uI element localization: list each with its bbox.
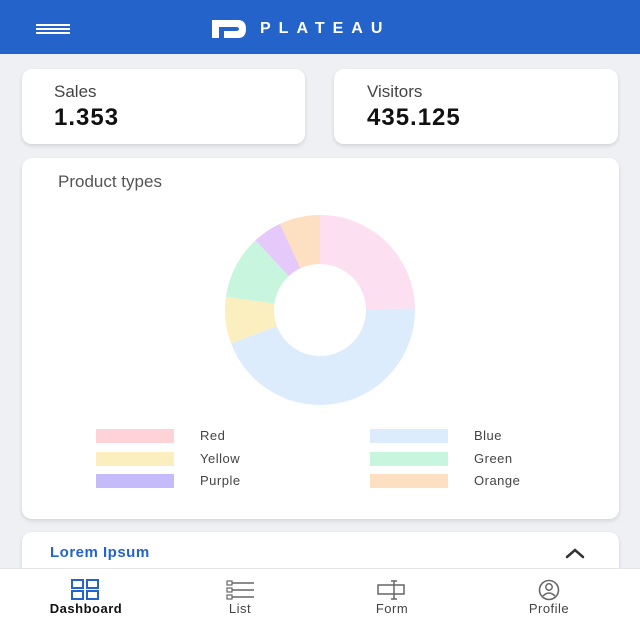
dashboard-icon	[71, 579, 99, 600]
nav-profile-label: Profile	[528, 601, 570, 616]
legend-swatch-purple	[96, 474, 174, 488]
nav-profile[interactable]: Profile	[469, 569, 629, 641]
legend-label-green: Green	[474, 451, 513, 466]
nav-form-label: Form	[375, 601, 409, 616]
accordion-title[interactable]: Lorem Ipsum	[50, 544, 150, 561]
chevron-up-icon[interactable]	[564, 546, 586, 560]
legend-swatch-orange	[370, 474, 448, 488]
legend-swatch-blue	[370, 429, 448, 443]
legend-label-purple: Purple	[200, 473, 241, 488]
legend-label-orange: Orange	[474, 473, 521, 488]
nav-form[interactable]: Form	[312, 569, 472, 641]
nav-dashboard-label: Dashboard	[49, 601, 123, 616]
form-icon	[377, 580, 405, 600]
nav-dashboard[interactable]: Dashboard	[6, 569, 166, 641]
legend-label-yellow: Yellow	[200, 451, 241, 466]
legend-swatch-green	[370, 452, 448, 466]
list-icon	[226, 580, 254, 600]
donut-chart	[225, 215, 416, 406]
profile-icon	[538, 579, 560, 601]
legend-label-blue: Blue	[474, 428, 503, 443]
nav-list-label: List	[228, 601, 252, 616]
legend-swatch-yellow	[96, 452, 174, 466]
bottom-navigation: Dashboard List Form Profile	[0, 568, 640, 641]
donut-slice-red	[320, 215, 415, 310]
legend-label-red: Red	[200, 428, 226, 443]
legend-swatch-red	[96, 429, 174, 443]
nav-list[interactable]: List	[160, 569, 320, 641]
